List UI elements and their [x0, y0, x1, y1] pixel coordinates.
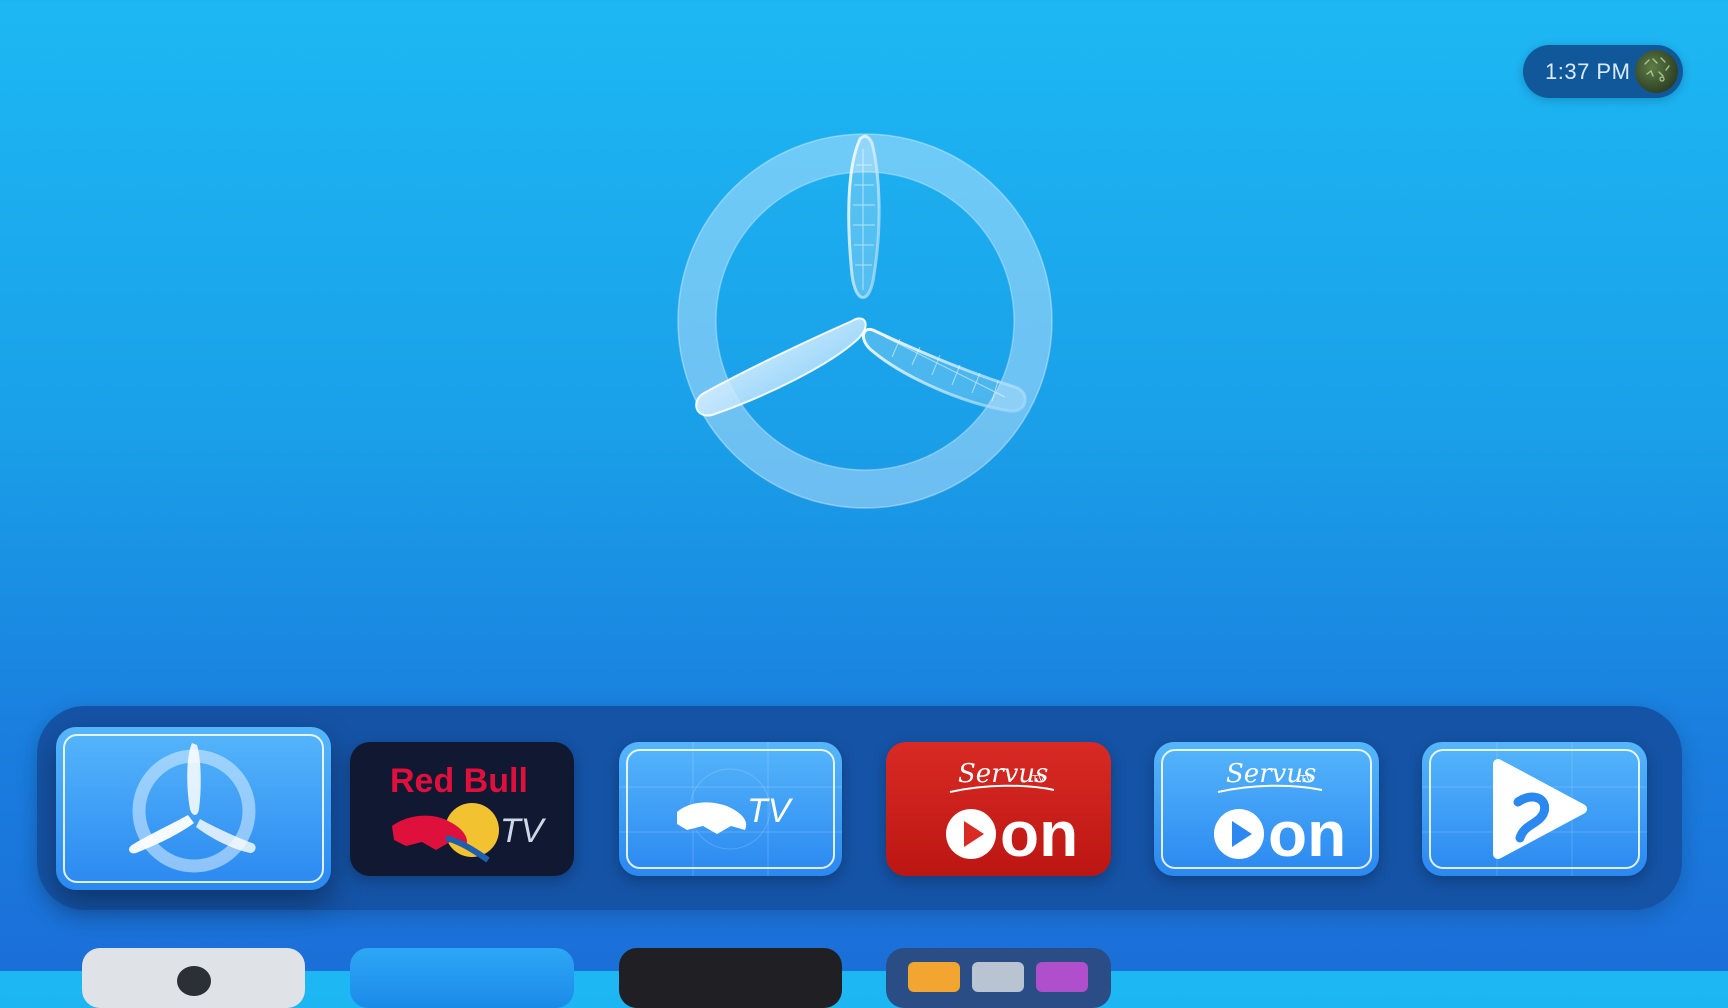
app-tile-row2-2[interactable] [350, 948, 574, 1008]
on-wordmark: on [1268, 798, 1346, 870]
tv-wordmark: TV [747, 792, 794, 830]
propeller-app-logo-icon [660, 125, 1070, 520]
folder-app-icon [1036, 962, 1088, 992]
profile-avatar-icon[interactable] [1635, 50, 1678, 93]
clock-pill: 1:37 PM [1523, 45, 1683, 98]
app-tile-red-bull-tv[interactable]: Red Bull TV [350, 742, 574, 876]
red-bull-tv-icon: Red Bull TV [390, 762, 547, 863]
bull-tv-icon: TV [619, 742, 842, 876]
servus-tv-on-icon: Servus TV on [946, 759, 1078, 870]
play-arrow-icon [1422, 742, 1647, 876]
propeller-icon [129, 743, 256, 873]
tv-wordmark: TV [500, 812, 547, 850]
app-tile-red-bull-tv-blue[interactable]: TV [619, 742, 842, 876]
app-tile-row2-3[interactable] [619, 948, 842, 1008]
app-tile-row2-1[interactable] [82, 948, 305, 1008]
app-tile-propeller[interactable] [56, 727, 331, 890]
folder-app-icon [908, 962, 960, 992]
servus-tv-tag: TV [1300, 774, 1313, 785]
servus-tv-tag: TV [1032, 774, 1045, 785]
folder-app-icon [972, 962, 1024, 992]
app-tile-play[interactable] [1422, 742, 1647, 876]
app-tile-servus-tv-on-red[interactable]: Servus TV on [886, 742, 1111, 876]
redbull-wordmark: Red Bull [390, 762, 528, 800]
app-folder-tile[interactable] [886, 948, 1111, 1008]
app-tile-servus-tv-on-blue[interactable]: Servus TV on [1154, 742, 1379, 876]
on-wordmark: on [1000, 798, 1078, 870]
clock-time: 1:37 PM [1545, 59, 1631, 84]
servus-tv-on-icon: Servus TV on [1214, 759, 1346, 870]
